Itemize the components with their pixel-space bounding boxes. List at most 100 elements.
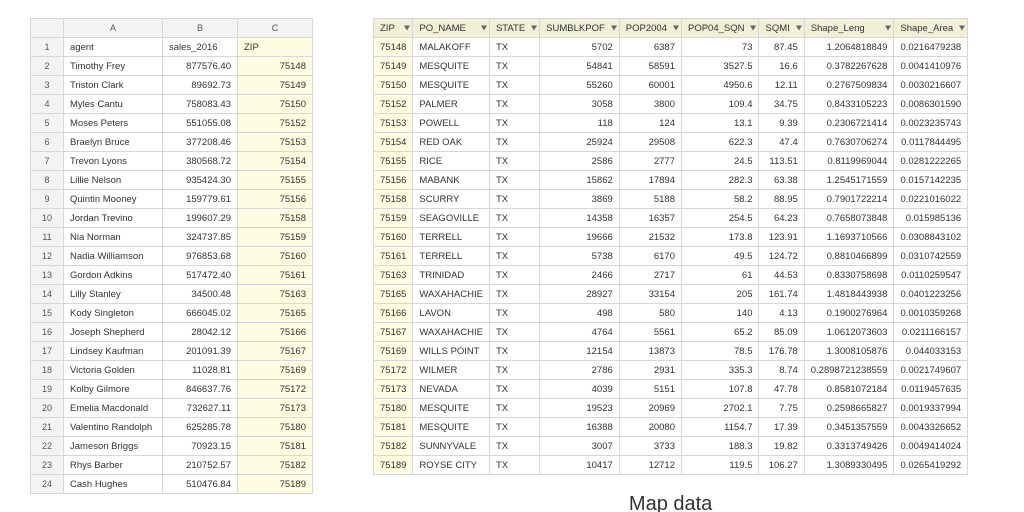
cell-agent[interactable]: Braelyn Bruce xyxy=(64,133,163,152)
cell-pop2004[interactable]: 17894 xyxy=(619,171,681,190)
dropdown-arrow-icon[interactable] xyxy=(885,26,891,31)
cell-po-name[interactable]: RICE xyxy=(413,152,490,171)
cell-zip[interactable]: 75165 xyxy=(374,285,413,304)
cell-sumblkpof[interactable]: 54841 xyxy=(540,57,620,76)
cell-pop04sqn[interactable]: 205 xyxy=(681,285,759,304)
cell-po-name[interactable]: TERRELL xyxy=(413,228,490,247)
cell-sumblkpof[interactable]: 2786 xyxy=(540,361,620,380)
cell-sales[interactable]: 935424.30 xyxy=(163,171,238,190)
cell-sumblkpof[interactable]: 3007 xyxy=(540,437,620,456)
cell-pop04sqn[interactable]: 119.5 xyxy=(681,456,759,475)
cell-sumblkpof[interactable]: 19666 xyxy=(540,228,620,247)
filter-header-pop04_sqn[interactable]: POP04_SQN xyxy=(681,19,759,38)
cell-shape-area[interactable]: 0.0157142235 xyxy=(894,171,968,190)
cell-pop2004[interactable]: 21532 xyxy=(619,228,681,247)
cell-shape-leng[interactable]: 1.0612073603 xyxy=(804,323,894,342)
cell-sumblkpof[interactable]: 118 xyxy=(540,114,620,133)
cell-zip[interactable]: 75173 xyxy=(374,380,413,399)
cell-pop04sqn[interactable]: 335.3 xyxy=(681,361,759,380)
cell-sqmi[interactable]: 16.6 xyxy=(759,57,804,76)
cell-zip[interactable]: 75148 xyxy=(374,38,413,57)
cell-state[interactable]: TX xyxy=(489,57,539,76)
cell-zip[interactable]: 75158 xyxy=(374,190,413,209)
cell-sales[interactable]: 28042.12 xyxy=(163,323,238,342)
cell-sumblkpof[interactable]: 12154 xyxy=(540,342,620,361)
row-number[interactable]: 10 xyxy=(31,209,64,228)
cell-sumblkpof[interactable]: 498 xyxy=(540,304,620,323)
cell-pop2004[interactable]: 2931 xyxy=(619,361,681,380)
dropdown-arrow-icon[interactable] xyxy=(481,26,487,31)
cell-agent[interactable]: Lilly Stanley xyxy=(64,285,163,304)
header-agent[interactable]: agent xyxy=(64,38,163,57)
cell-pop2004[interactable]: 6170 xyxy=(619,247,681,266)
cell-po-name[interactable]: MESQUITE xyxy=(413,57,490,76)
cell-state[interactable]: TX xyxy=(489,190,539,209)
filter-header-state[interactable]: STATE xyxy=(489,19,539,38)
cell-shape-leng[interactable]: 0.3782267628 xyxy=(804,57,894,76)
cell-state[interactable]: TX xyxy=(489,285,539,304)
cell-agent[interactable]: Trevon Lyons xyxy=(64,152,163,171)
row-number[interactable]: 13 xyxy=(31,266,64,285)
cell-zip[interactable]: 75161 xyxy=(374,247,413,266)
cell-sqmi[interactable]: 44.53 xyxy=(759,266,804,285)
row-number[interactable]: 9 xyxy=(31,190,64,209)
cell-zip[interactable]: 75172 xyxy=(238,380,313,399)
cell-pop2004[interactable]: 20080 xyxy=(619,418,681,437)
cell-shape-area[interactable]: 0.0281222265 xyxy=(894,152,968,171)
cell-po-name[interactable]: SCURRY xyxy=(413,190,490,209)
cell-shape-area[interactable]: 0.0019337994 xyxy=(894,399,968,418)
cell-zip[interactable]: 75169 xyxy=(374,342,413,361)
cell-pop04sqn[interactable]: 140 xyxy=(681,304,759,323)
cell-pop04sqn[interactable]: 73 xyxy=(681,38,759,57)
cell-agent[interactable]: Triston Clark xyxy=(64,76,163,95)
cell-shape-area[interactable]: 0.0221016022 xyxy=(894,190,968,209)
cell-pop2004[interactable]: 20969 xyxy=(619,399,681,418)
cell-shape-leng[interactable]: 0.7901722214 xyxy=(804,190,894,209)
cell-zip[interactable]: 75155 xyxy=(374,152,413,171)
cell-po-name[interactable]: MESQUITE xyxy=(413,76,490,95)
cell-zip[interactable]: 75166 xyxy=(238,323,313,342)
cell-zip[interactable]: 75173 xyxy=(238,399,313,418)
cell-state[interactable]: TX xyxy=(489,228,539,247)
cell-agent[interactable]: Nia Norman xyxy=(64,228,163,247)
cell-sales[interactable]: 625285.78 xyxy=(163,418,238,437)
cell-zip[interactable]: 75169 xyxy=(238,361,313,380)
header-zip[interactable]: ZIP xyxy=(238,38,313,57)
row-number[interactable]: 2 xyxy=(31,57,64,76)
row-number[interactable]: 11 xyxy=(31,228,64,247)
cell-agent[interactable]: Valentino Randolph xyxy=(64,418,163,437)
cell-shape-area[interactable]: 0.0041410976 xyxy=(894,57,968,76)
cell-po-name[interactable]: TERRELL xyxy=(413,247,490,266)
cell-pop2004[interactable]: 3800 xyxy=(619,95,681,114)
cell-shape-leng[interactable]: 0.2767509834 xyxy=(804,76,894,95)
cell-pop2004[interactable]: 580 xyxy=(619,304,681,323)
cell-agent[interactable]: Lindsey Kaufman xyxy=(64,342,163,361)
cell-agent[interactable]: Timothy Frey xyxy=(64,57,163,76)
cell-state[interactable]: TX xyxy=(489,456,539,475)
cell-sales[interactable]: 877576.40 xyxy=(163,57,238,76)
cell-zip[interactable]: 75150 xyxy=(238,95,313,114)
cell-zip[interactable]: 75166 xyxy=(374,304,413,323)
cell-po-name[interactable]: LAVON xyxy=(413,304,490,323)
cell-state[interactable]: TX xyxy=(489,266,539,285)
dropdown-arrow-icon[interactable] xyxy=(750,26,756,31)
cell-po-name[interactable]: NEVADA xyxy=(413,380,490,399)
cell-zip[interactable]: 75152 xyxy=(238,114,313,133)
row-number[interactable]: 24 xyxy=(31,475,64,494)
cell-sqmi[interactable]: 47.4 xyxy=(759,133,804,152)
cell-pop04sqn[interactable]: 3527.5 xyxy=(681,57,759,76)
cell-sales[interactable]: 159779.61 xyxy=(163,190,238,209)
cell-sales[interactable]: 89692.73 xyxy=(163,76,238,95)
cell-agent[interactable]: Kolby Gilmore xyxy=(64,380,163,399)
cell-shape-area[interactable]: 0.0310742559 xyxy=(894,247,968,266)
filter-header-zip[interactable]: ZIP xyxy=(374,19,413,38)
row-number[interactable]: 7 xyxy=(31,152,64,171)
cell-sqmi[interactable]: 63.38 xyxy=(759,171,804,190)
filter-header-pop2004[interactable]: POP2004 xyxy=(619,19,681,38)
cell-shape-leng[interactable]: 0.8433105223 xyxy=(804,95,894,114)
cell-sales[interactable]: 70923.15 xyxy=(163,437,238,456)
cell-po-name[interactable]: SEAGOVILLE xyxy=(413,209,490,228)
cell-zip[interactable]: 75149 xyxy=(238,76,313,95)
cell-sqmi[interactable]: 85.09 xyxy=(759,323,804,342)
cell-state[interactable]: TX xyxy=(489,247,539,266)
